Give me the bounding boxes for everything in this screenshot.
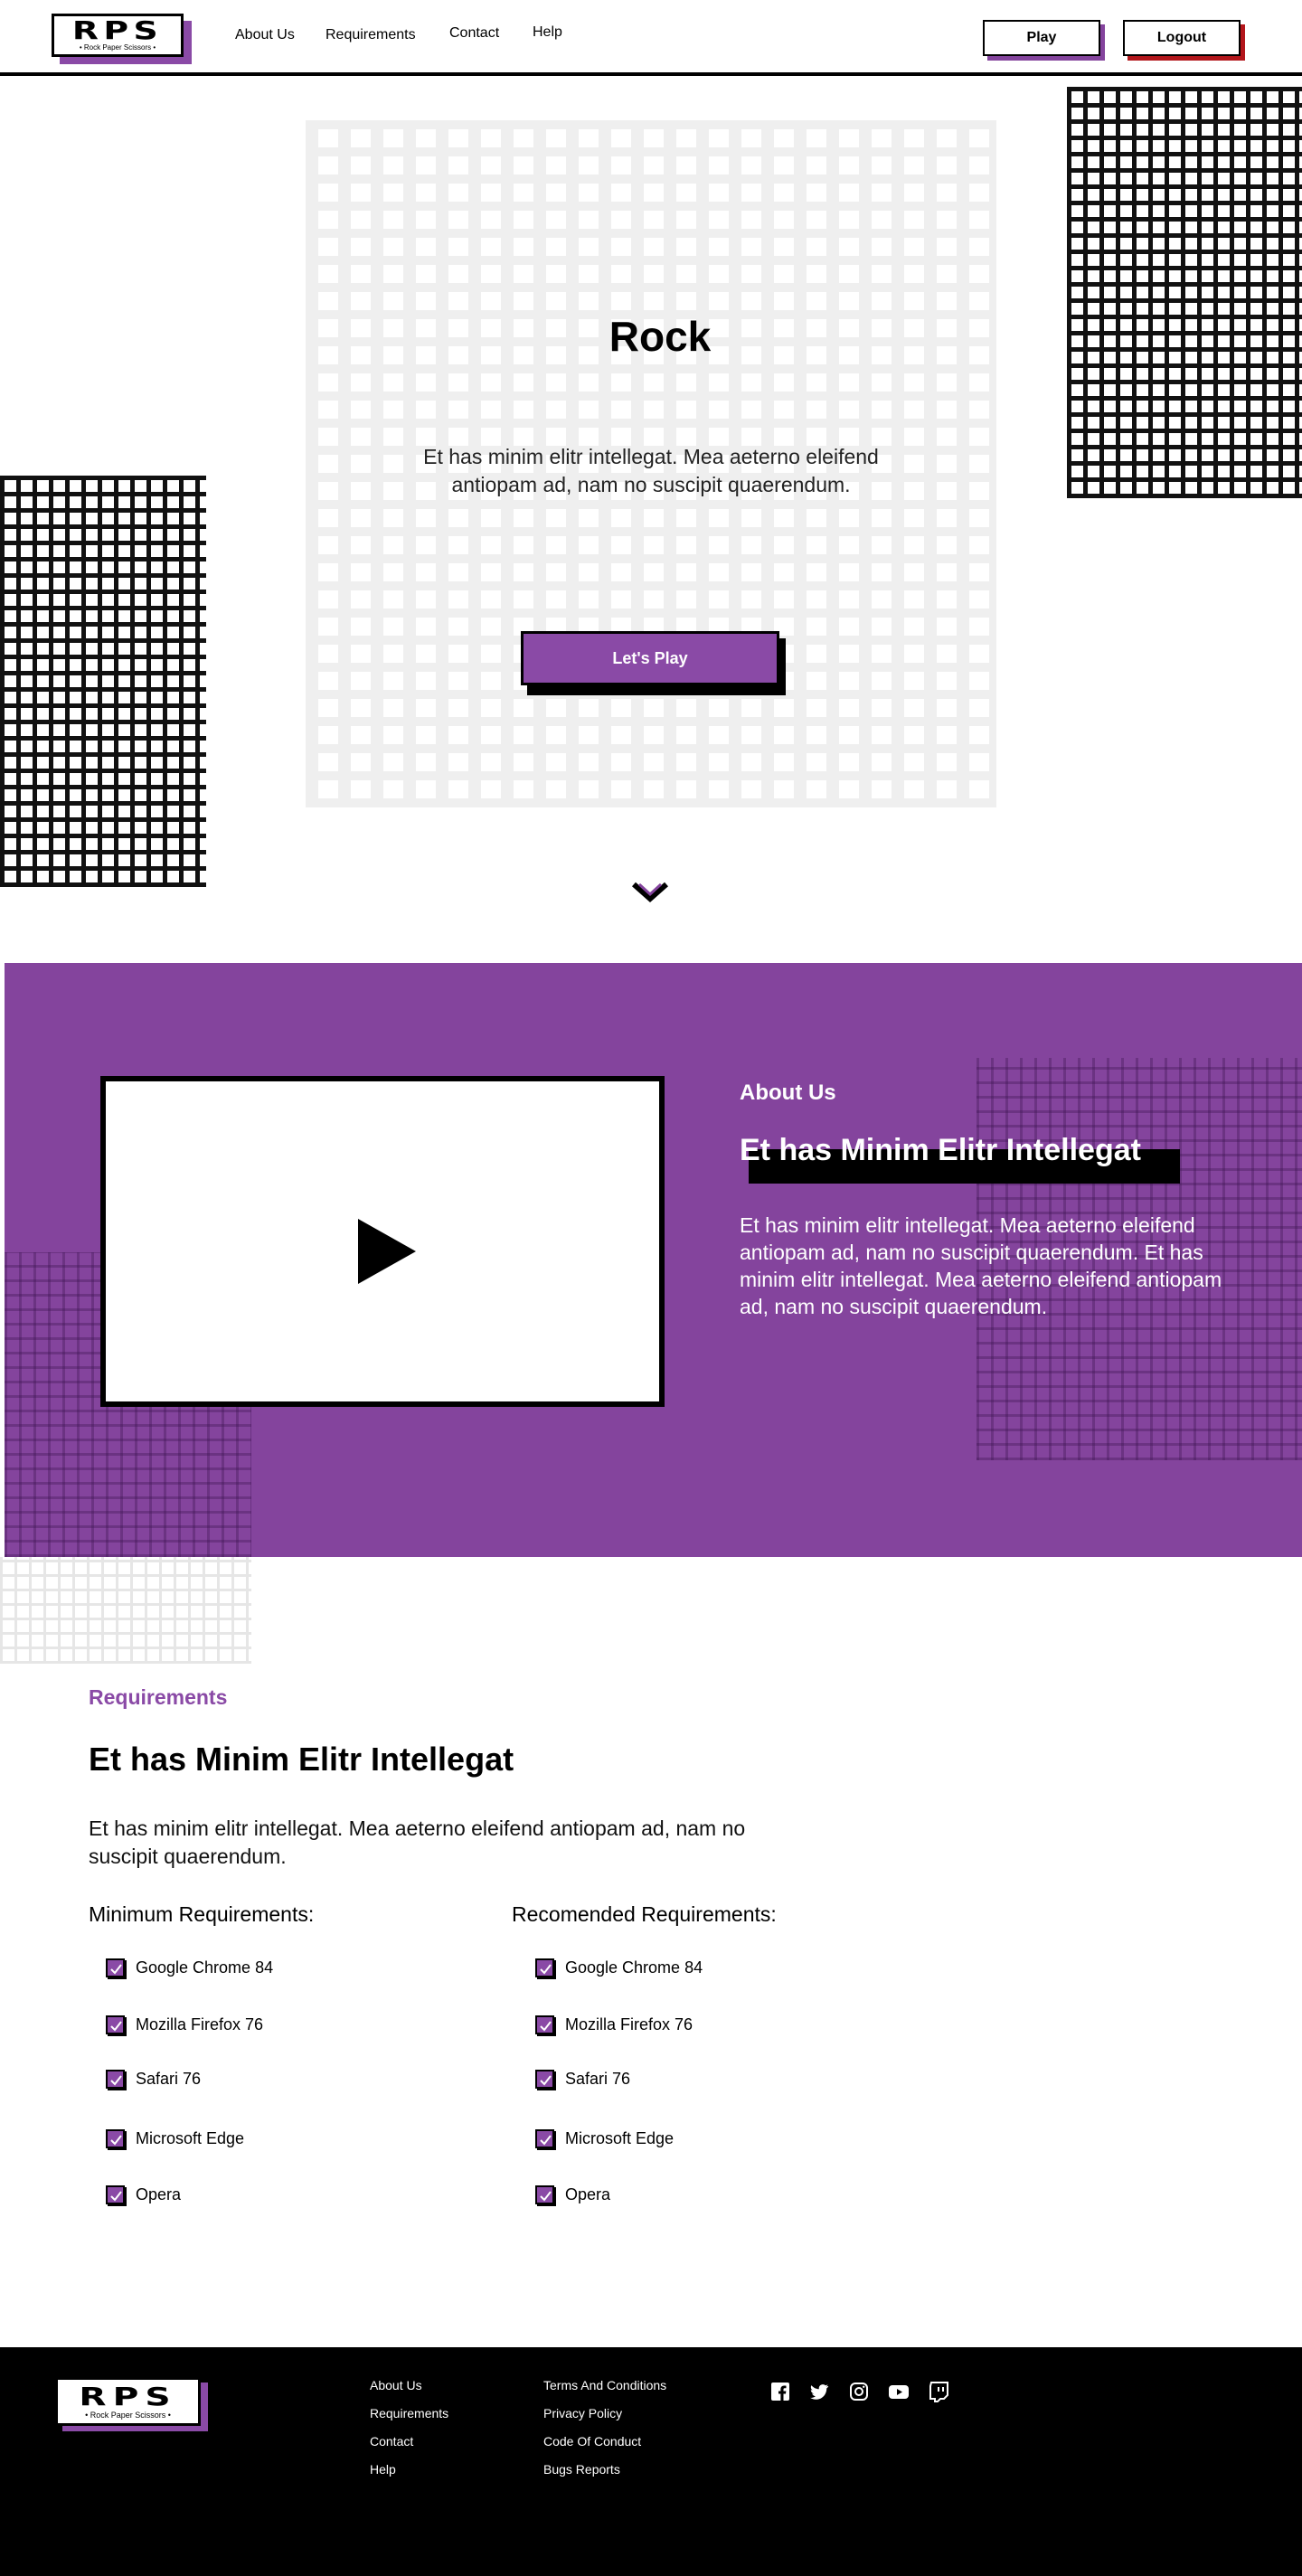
footer-link-help[interactable]: Help xyxy=(370,2462,396,2477)
logout-button-label: Logout xyxy=(1123,20,1241,56)
play-button[interactable]: Play xyxy=(983,20,1105,61)
hero-title: Rock xyxy=(609,313,712,360)
lets-play-button-label: Let's Play xyxy=(521,631,779,685)
nav-help[interactable]: Help xyxy=(533,24,562,41)
about-text: Et has minim elitr intellegat. Mea aeter… xyxy=(740,1213,1222,1318)
video-player[interactable] xyxy=(100,1076,665,1407)
footer-link-requirements[interactable]: Requirements xyxy=(370,2406,448,2420)
about-title: Et has Minim Elitr Intellegat xyxy=(740,1133,1141,1167)
checkbox-checked-icon[interactable] xyxy=(535,2015,554,2034)
header-logo[interactable]: RPS • Rock Paper Scissors • xyxy=(52,14,192,64)
decorative-grid-below-about xyxy=(0,1557,251,1664)
list-item-label: Mozilla Firefox 76 xyxy=(136,2015,264,2033)
scroll-down-chevron-icon[interactable] xyxy=(630,879,670,906)
checkbox-checked-icon[interactable] xyxy=(535,2069,554,2089)
checkbox-checked-icon[interactable] xyxy=(106,2069,125,2089)
list-item: Safari 76 xyxy=(535,2068,630,2090)
footer-link-bug-reports[interactable]: Bugs Reports xyxy=(543,2462,620,2477)
site-footer: RPS • Rock Paper Scissors • About Us Req… xyxy=(0,2347,1302,2576)
nav-requirements[interactable]: Requirements xyxy=(326,27,416,43)
checkbox-checked-icon[interactable] xyxy=(535,2128,554,2148)
decorative-grid-left xyxy=(0,476,206,887)
list-item-label: Opera xyxy=(136,2184,182,2203)
footer-link-contact[interactable]: Contact xyxy=(370,2434,413,2449)
youtube-icon[interactable] xyxy=(888,2381,910,2402)
decorative-grid-top-right xyxy=(1067,87,1302,498)
footer-link-terms[interactable]: Terms And Conditions xyxy=(543,2378,666,2392)
requirements-eyebrow: Requirements xyxy=(89,1685,228,1709)
list-item-label: Google Chrome 84 xyxy=(136,1958,274,1977)
list-item: Google Chrome 84 xyxy=(535,1957,703,1978)
list-item: Microsoft Edge xyxy=(106,2128,244,2149)
footer-logo[interactable]: RPS • Rock Paper Scissors • xyxy=(55,2377,208,2431)
list-item: Google Chrome 84 xyxy=(106,1957,273,1978)
site-header: RPS • Rock Paper Scissors • About Us Req… xyxy=(0,0,1302,76)
nav-about-us[interactable]: About Us xyxy=(235,27,295,43)
footer-logo-box: RPS • Rock Paper Scissors • xyxy=(55,2377,201,2426)
about-title-block: Et has Minim Elitr Intellegat xyxy=(740,1133,1180,1184)
about-eyebrow: About Us xyxy=(740,1080,836,1105)
recommended-requirements-title: Recomended Requirements: xyxy=(512,1902,777,1926)
footer-link-code-of-conduct[interactable]: Code Of Conduct xyxy=(543,2434,641,2449)
list-item-label: Microsoft Edge xyxy=(136,2128,245,2147)
list-item: Opera xyxy=(106,2184,181,2205)
list-item-label: Google Chrome 84 xyxy=(565,1958,703,1977)
footer-link-privacy[interactable]: Privacy Policy xyxy=(543,2406,622,2420)
requirements-text: Et has minim elitr intellegat. Mea aeter… xyxy=(89,1816,746,1868)
list-item-label: Mozilla Firefox 76 xyxy=(565,2015,693,2033)
play-icon[interactable] xyxy=(358,1219,416,1284)
list-item-label: Opera xyxy=(565,2184,611,2203)
nav-contact[interactable]: Contact xyxy=(449,25,499,42)
list-item: Mozilla Firefox 76 xyxy=(106,2014,263,2035)
list-item-label: Safari 76 xyxy=(136,2069,202,2088)
checkbox-checked-icon[interactable] xyxy=(535,2184,554,2204)
checkbox-checked-icon[interactable] xyxy=(535,1958,554,1977)
checkbox-checked-icon[interactable] xyxy=(106,1958,125,1977)
about-section: About Us Et has Minim Elitr Intellegat E… xyxy=(5,963,1302,1557)
list-item-label: Safari 76 xyxy=(565,2069,631,2088)
footer-logo-tagline: • Rock Paper Scissors • xyxy=(85,2411,171,2420)
hero-text: Et has minim elitr intellegat. Mea aeter… xyxy=(423,445,879,496)
twitter-icon[interactable] xyxy=(808,2381,830,2402)
checkbox-checked-icon[interactable] xyxy=(106,2015,125,2034)
logo-text: RPS xyxy=(71,15,164,45)
facebook-icon[interactable] xyxy=(769,2381,791,2402)
logo-box: RPS • Rock Paper Scissors • xyxy=(52,14,184,57)
twitch-icon[interactable] xyxy=(928,2381,949,2402)
list-item: Safari 76 xyxy=(106,2068,201,2090)
list-item: Opera xyxy=(535,2184,610,2205)
list-item: Microsoft Edge xyxy=(535,2128,674,2149)
checkbox-checked-icon[interactable] xyxy=(106,2128,125,2148)
checkbox-checked-icon[interactable] xyxy=(106,2184,125,2204)
lets-play-button[interactable]: Let's Play xyxy=(521,631,786,695)
play-button-label: Play xyxy=(983,20,1100,56)
list-item-label: Microsoft Edge xyxy=(565,2128,675,2147)
instagram-icon[interactable] xyxy=(848,2381,870,2402)
footer-logo-text: RPS xyxy=(79,2382,177,2411)
logout-button[interactable]: Logout xyxy=(1123,20,1245,61)
minimum-requirements-title: Minimum Requirements: xyxy=(89,1902,315,1926)
footer-link-about-us[interactable]: About Us xyxy=(370,2378,422,2392)
requirements-title: Et has Minim Elitr Intellegat xyxy=(89,1741,514,1778)
list-item: Mozilla Firefox 76 xyxy=(535,2014,693,2035)
